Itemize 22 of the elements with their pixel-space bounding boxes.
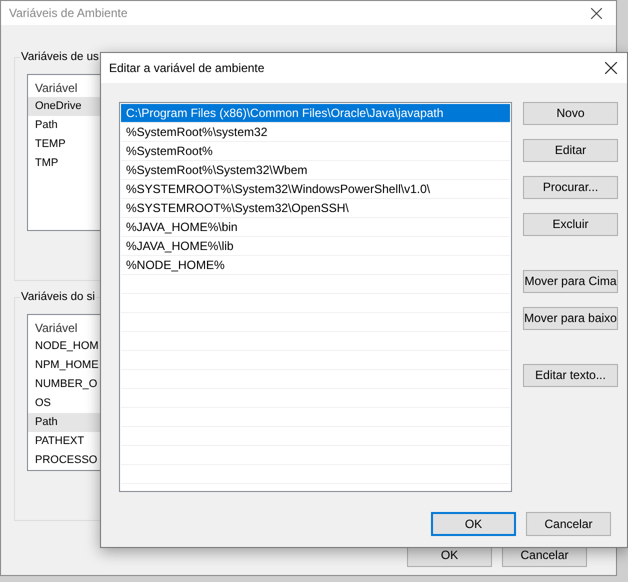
window-title: Variáveis de Ambiente [9, 5, 128, 22]
path-entry[interactable]: %JAVA_HOME%\lib [121, 237, 510, 256]
dialog-button[interactable]: Cancelar [526, 512, 611, 536]
dialog-title: Editar a variável de ambiente [109, 60, 264, 77]
path-entry[interactable]: %SYSTEMROOT%\System32\OpenSSH\ [121, 199, 510, 218]
action-button[interactable]: Novo [523, 102, 618, 125]
action-button[interactable]: Mover para Cima [523, 270, 618, 293]
path-entry[interactable]: %JAVA_HOME%\bin [121, 218, 510, 237]
path-entry[interactable]: %SystemRoot%\system32 [121, 123, 510, 142]
action-button[interactable]: Mover para baixo [523, 307, 618, 330]
path-entry[interactable]: %SystemRoot%\System32\Wbem [121, 161, 510, 180]
action-button[interactable]: Editar [523, 139, 618, 162]
path-entry[interactable]: %NODE_HOME% [121, 256, 510, 275]
path-entry[interactable]: %SystemRoot% [121, 142, 510, 161]
close-icon[interactable] [591, 8, 602, 18]
path-entry[interactable]: %SYSTEMROOT%\System32\WindowsPowerShell\v1.0\ [121, 180, 510, 199]
path-entry[interactable]: C:\Program Files (x86)\Common Files\Oracle\Java\javapath [121, 104, 510, 123]
action-button[interactable]: Excluir [523, 213, 618, 236]
action-button[interactable]: Editar texto... [523, 364, 618, 387]
close-icon[interactable] [605, 62, 617, 74]
dialog-button[interactable]: OK [431, 512, 516, 536]
action-button[interactable]: Procurar... [523, 176, 618, 199]
